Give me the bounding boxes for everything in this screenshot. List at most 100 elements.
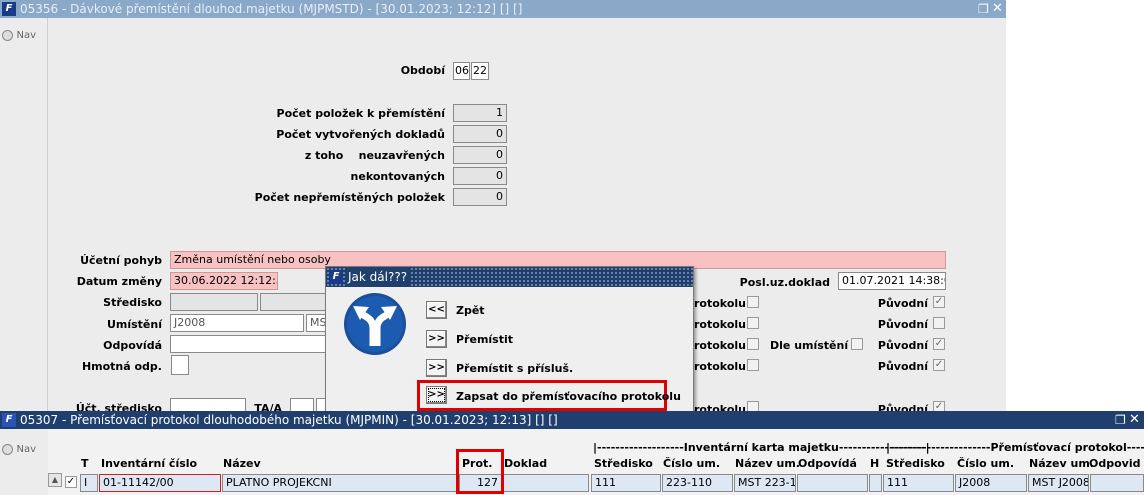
col-header-nazev-um[interactable]: Název um.: [735, 457, 800, 470]
zapsat-do-protokolu-button[interactable]: >>: [426, 386, 447, 404]
puvodni-label-2: Původní: [877, 318, 928, 331]
top-window-title: 05356 - Dávkové přemístění dlouhod.majet…: [20, 2, 523, 16]
pocet-polozek-label: Počet položek k přemístění: [276, 107, 445, 120]
pocet-dokladu-field: 0: [453, 125, 507, 143]
nepremistenych-field: 0: [453, 188, 507, 206]
dialog-app-icon: F: [329, 270, 343, 284]
protokolu-checkbox-1[interactable]: [747, 296, 759, 308]
prot-highlight-box: [456, 449, 504, 494]
col-header-p-cislo-um[interactable]: Číslo um.: [957, 457, 1014, 470]
top-window-titlebar[interactable]: F 05356 - Dávkové přemístění dlouhod.maj…: [0, 0, 1006, 18]
row-cislo-um-cell[interactable]: 223-110: [662, 474, 733, 492]
puvodni-checkbox-1[interactable]: ✓: [933, 296, 945, 308]
nekontovanych-field: 0: [453, 167, 507, 185]
protokolu-label-4: rotokolu: [694, 360, 746, 373]
row-t-cell[interactable]: I: [80, 474, 98, 492]
col-header-p-stredisko[interactable]: Středisko: [886, 457, 945, 470]
dle-umisteni-label: Dle umístění: [770, 339, 849, 352]
row-nazev-um-cell[interactable]: MST 223-11: [734, 474, 796, 492]
row-h-cell[interactable]: [869, 474, 882, 492]
col-header-h[interactable]: H: [870, 457, 879, 470]
datum-zmeny-label: Datum změny: [76, 275, 162, 288]
odpovida-label: Odpovídá: [103, 339, 162, 352]
bottom-window-title: 05307 - Přemísťovací protokol dlouhodobé…: [20, 413, 558, 427]
col-header-stredisko[interactable]: Středisko: [594, 457, 653, 470]
protokolu-checkbox-3[interactable]: [747, 338, 759, 350]
row-p-nazev-um-cell[interactable]: MST J2008: [1028, 474, 1089, 492]
obdobi-month-field[interactable]: 06: [453, 62, 470, 80]
puvodni-label-4: Původní: [877, 360, 928, 373]
row-p-odpovid-cell[interactable]: [1090, 474, 1144, 492]
pocet-polozek-field: 1: [453, 104, 507, 122]
row-p-stredisko-cell[interactable]: 111: [883, 474, 954, 492]
row-doklad-cell[interactable]: [503, 474, 589, 492]
row-stredisko-cell[interactable]: 111: [591, 474, 661, 492]
protokolu-label-3: rotokolu: [694, 339, 746, 352]
col-header-p-odpovid[interactable]: Odpovid: [1089, 457, 1140, 470]
row-select-checkbox[interactable]: ✓: [65, 476, 77, 488]
col-header-nazev[interactable]: Název: [223, 457, 261, 470]
bottom-app-icon: F: [2, 413, 16, 427]
puvodni-checkbox-3[interactable]: ✓: [933, 338, 945, 350]
premistit-button[interactable]: >>: [426, 330, 447, 348]
stredisko-field[interactable]: [170, 293, 258, 311]
puvodni-checkbox-2[interactable]: [933, 317, 945, 329]
col-header-p-nazev-um[interactable]: Název um.: [1029, 457, 1094, 470]
nav-label: Nav: [16, 30, 37, 41]
zpet-button[interactable]: <<: [426, 301, 447, 319]
premistit-s-prislus-button[interactable]: >>: [426, 359, 447, 377]
nekontovanych-label: nekontovaných: [350, 170, 445, 183]
col-header-doklad[interactable]: Doklad: [504, 457, 547, 470]
protokolu-checkbox-2[interactable]: [747, 317, 759, 329]
obdobi-year-field[interactable]: 22: [471, 62, 489, 80]
row-p-cislo-um-cell[interactable]: J2008: [955, 474, 1027, 492]
group-header-protokol: |----------------------Přemísťovací prot…: [886, 441, 1144, 454]
row-nazev-cell[interactable]: PLATNO PROJEKCNI: [222, 474, 458, 492]
umisteni-code-field: MS: [306, 314, 326, 332]
radio-icon: [2, 29, 13, 41]
scroll-up-arrow[interactable]: ▲: [48, 473, 62, 487]
bottom-restore-icon[interactable]: ❐: [1115, 411, 1126, 429]
puvodni-checkbox-4[interactable]: ✓: [933, 359, 945, 371]
nav-toggle[interactable]: Nav: [2, 28, 36, 41]
nav-strip: Nav: [0, 18, 48, 411]
datum-zmeny-field[interactable]: 30.06.2022 12:12:58: [170, 272, 278, 290]
restore-icon[interactable]: ❐: [978, 0, 989, 18]
dialog-titlebar[interactable]: F Jak dál???: [326, 267, 693, 287]
stredisko-label: Středisko: [103, 296, 162, 309]
puvodni-label-3: Původní: [877, 339, 928, 352]
row-inv-cislo-cell[interactable]: 01-11142/00: [99, 474, 221, 492]
premistit-s-prislus-label[interactable]: Přemístit s přísluš.: [456, 362, 573, 375]
neuzavrenych-label: z toho neuzavřených: [304, 149, 445, 162]
col-header-t[interactable]: T: [81, 457, 89, 470]
close-icon[interactable]: ✕: [992, 0, 1003, 18]
umisteni-label: Umístění: [106, 318, 162, 331]
app-icon: F: [2, 2, 16, 16]
bottom-window-titlebar[interactable]: F 05307 - Přemísťovací protokol dlouhodo…: [0, 411, 1144, 429]
col-header-odpovida[interactable]: Odpovídá: [798, 457, 857, 470]
col-header-inv-cislo[interactable]: Inventární číslo: [101, 457, 197, 470]
bottom-radio-icon: [2, 443, 13, 455]
group-header-karta: |-------------------Inventární karta maj…: [593, 441, 930, 454]
bottom-nav-toggle[interactable]: Nav: [2, 442, 36, 455]
premistit-label[interactable]: Přemístit: [456, 333, 513, 346]
pocet-dokladu-label: Počet vytvořených dokladů: [276, 128, 445, 141]
zpet-label[interactable]: Zpět: [456, 304, 485, 317]
direction-sign-icon: [343, 292, 407, 356]
col-header-cislo-um[interactable]: Číslo um.: [663, 457, 720, 470]
protokolu-label-2: rotokolu: [694, 318, 746, 331]
odpovida-field[interactable]: [170, 335, 326, 353]
umisteni-field[interactable]: J2008: [170, 314, 304, 332]
bottom-nav-label: Nav: [16, 444, 37, 455]
bottom-close-icon[interactable]: ✕: [1129, 411, 1140, 429]
neuzavrenych-field: 0: [453, 146, 507, 164]
dialog-title: Jak dál???: [346, 267, 412, 287]
puvodni-label-1: Původní: [877, 297, 928, 310]
zapsat-do-protokolu-label[interactable]: Zapsat do přemísťovacího protokolu: [456, 390, 681, 403]
hmotna-odp-field[interactable]: [171, 355, 189, 375]
protokolu-checkbox-4[interactable]: [747, 359, 759, 371]
posl-uz-doklad-label: Posl.uz.doklad: [739, 276, 830, 289]
hmotna-odp-label: Hmotná odp.: [81, 360, 162, 373]
posl-uz-doklad-field: 01.07.2021 14:38:08: [838, 272, 946, 290]
row-odpovida-cell[interactable]: [797, 474, 868, 492]
